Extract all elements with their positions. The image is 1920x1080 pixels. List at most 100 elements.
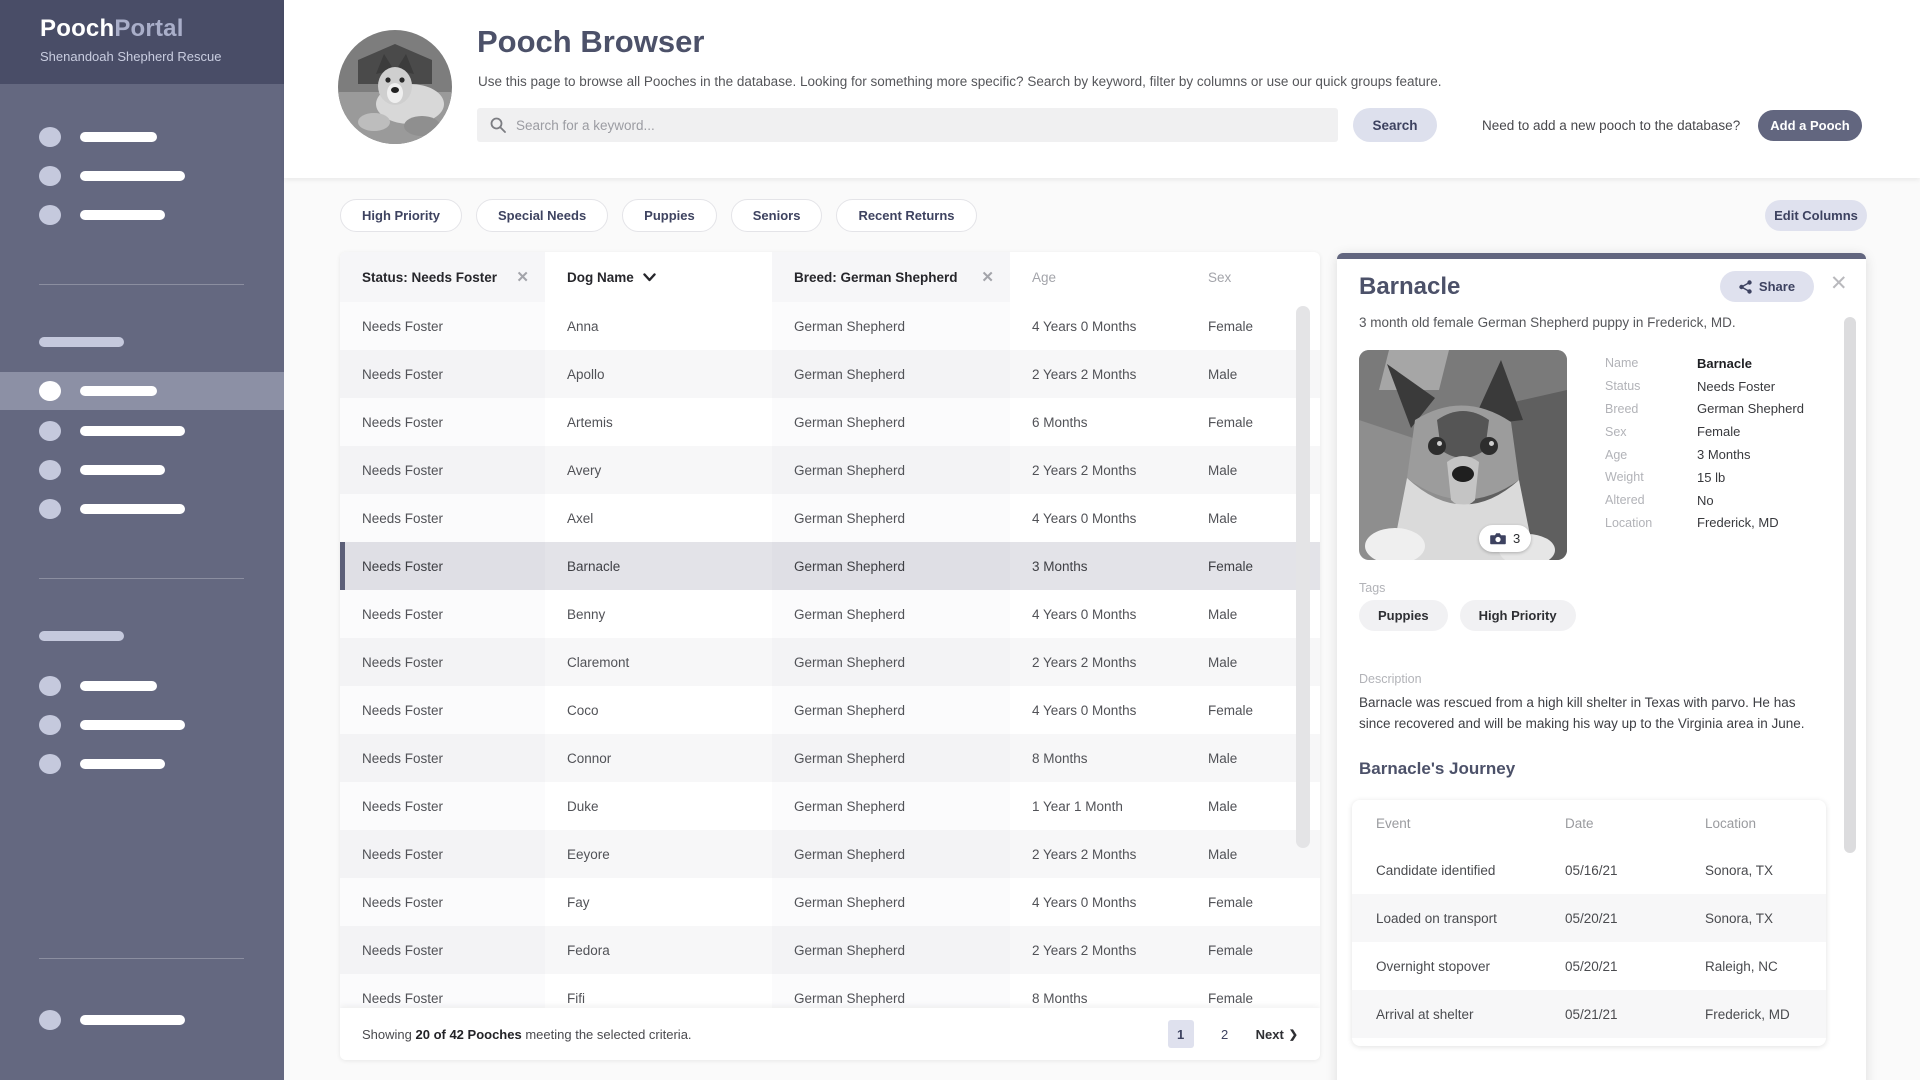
- dog-name-cell: Axel: [545, 494, 772, 542]
- search-input[interactable]: [516, 118, 1296, 133]
- tags-label: Tags: [1359, 581, 1385, 595]
- age-cell: 4 Years 0 Months: [1010, 878, 1186, 926]
- dog-name-cell: Eeyore: [545, 830, 772, 878]
- column-header-dog-name[interactable]: Dog Name: [545, 252, 772, 302]
- page-button-1[interactable]: 1: [1168, 1020, 1194, 1048]
- attribute-value: German Shepherd: [1697, 401, 1804, 416]
- sidebar-divider: [39, 578, 244, 579]
- attribute-label: Weight: [1605, 470, 1697, 484]
- nav-label-placeholder: [80, 681, 157, 691]
- tag-chip-puppies[interactable]: Puppies: [1359, 600, 1448, 631]
- edit-columns-button[interactable]: Edit Columns: [1765, 200, 1867, 231]
- nav-icon-placeholder: [39, 460, 61, 480]
- next-page-button[interactable]: Next❯: [1256, 1027, 1298, 1042]
- nav-label-placeholder: [80, 720, 185, 730]
- table-row-axel[interactable]: Needs FosterAxelGerman Shepherd4 Years 0…: [340, 494, 1320, 542]
- panel-scrollbar[interactable]: [1844, 317, 1856, 853]
- table-row-fedora[interactable]: Needs FosterFedoraGerman Shepherd2 Years…: [340, 926, 1320, 974]
- close-panel-icon[interactable]: ✕: [1830, 273, 1848, 294]
- table-row-benny[interactable]: Needs FosterBennyGerman Shepherd4 Years …: [340, 590, 1320, 638]
- share-button[interactable]: Share: [1720, 271, 1814, 302]
- detail-subtitle: 3 month old female German Shepherd puppy…: [1359, 315, 1736, 330]
- table-row-artemis[interactable]: Needs FosterArtemisGerman Shepherd6 Mont…: [340, 398, 1320, 446]
- page-button-2[interactable]: 2: [1212, 1020, 1238, 1048]
- nav-label-placeholder: [80, 210, 165, 220]
- column-header-age[interactable]: Age: [1010, 252, 1186, 302]
- nav-icon-placeholder: [39, 127, 61, 147]
- sidebar-item[interactable]: [0, 196, 284, 234]
- table-row-barnacle[interactable]: Needs FosterBarnacleGerman Shepherd3 Mon…: [340, 542, 1320, 590]
- table-row-connor[interactable]: Needs FosterConnorGerman Shepherd8 Month…: [340, 734, 1320, 782]
- add-pooch-button[interactable]: Add a Pooch: [1758, 110, 1862, 141]
- table-scrollbar[interactable]: [1296, 306, 1310, 848]
- dog-name-cell: Artemis: [545, 398, 772, 446]
- nav-label-placeholder: [80, 759, 165, 769]
- journey-row: Loaded on transport05/20/21Sonora, TX: [1352, 894, 1826, 942]
- filter-chip-recent-returns[interactable]: Recent Returns: [836, 199, 976, 232]
- attribute-row-status: StatusNeeds Foster: [1605, 375, 1855, 398]
- table-row-duke[interactable]: Needs FosterDukeGerman Shepherd1 Year 1 …: [340, 782, 1320, 830]
- share-label: Share: [1759, 279, 1795, 294]
- column-header-sex[interactable]: Sex: [1186, 252, 1320, 302]
- dog-attributes-list: NameBarnacleStatusNeeds FosterBreedGerma…: [1605, 352, 1855, 534]
- dog-name-cell: Fay: [545, 878, 772, 926]
- sidebar-item[interactable]: [0, 451, 284, 489]
- table-row-avery[interactable]: Needs FosterAveryGerman Shepherd2 Years …: [340, 446, 1320, 494]
- status-cell: Needs Foster: [340, 398, 545, 446]
- breed-cell: German Shepherd: [772, 926, 1010, 974]
- sidebar-item[interactable]: [0, 412, 284, 450]
- page-header: Pooch Browser Use this page to browse al…: [284, 0, 1920, 178]
- column-header-status-filter[interactable]: Status: Needs Foster ✕: [340, 252, 545, 302]
- age-cell: 3 Months: [1010, 542, 1186, 590]
- filter-chip-high-priority[interactable]: High Priority: [340, 199, 462, 232]
- column-header-breed-filter[interactable]: Breed: German Shepherd ✕: [772, 252, 1010, 302]
- search-bar[interactable]: [477, 108, 1338, 142]
- status-cell: Needs Foster: [340, 830, 545, 878]
- description-text: Barnacle was rescued from a high kill sh…: [1359, 693, 1821, 735]
- description-label: Description: [1359, 672, 1422, 686]
- nav-label-placeholder: [80, 171, 185, 181]
- nav-label-placeholder: [80, 1015, 185, 1025]
- filter-chip-puppies[interactable]: Puppies: [622, 199, 717, 232]
- brand-logo[interactable]: PoochPortal: [40, 15, 284, 43]
- table-row-anna[interactable]: Needs FosterAnnaGerman Shepherd4 Years 0…: [340, 302, 1320, 350]
- journey-event-cell: Overnight stopover: [1376, 959, 1565, 974]
- nav-icon-placeholder: [39, 754, 61, 774]
- sidebar-item[interactable]: [0, 490, 284, 528]
- sort-descending-icon[interactable]: [643, 273, 656, 282]
- nav-icon-placeholder: [39, 381, 61, 401]
- age-cell: 2 Years 2 Months: [1010, 350, 1186, 398]
- table-row-apollo[interactable]: Needs FosterApolloGerman Shepherd2 Years…: [340, 350, 1320, 398]
- sidebar-item[interactable]: [0, 667, 284, 705]
- table-row-eeyore[interactable]: Needs FosterEeyoreGerman Shepherd2 Years…: [340, 830, 1320, 878]
- sidebar-item[interactable]: [0, 706, 284, 744]
- photo-count-badge[interactable]: 3: [1479, 525, 1531, 552]
- tag-chip-high-priority[interactable]: High Priority: [1460, 600, 1576, 631]
- dog-name-cell: Barnacle: [545, 542, 772, 590]
- table-row-claremont[interactable]: Needs FosterClaremontGerman Shepherd2 Ye…: [340, 638, 1320, 686]
- nav-icon-placeholder: [39, 499, 61, 519]
- status-cell: Needs Foster: [340, 782, 545, 830]
- status-cell: Needs Foster: [340, 302, 545, 350]
- filter-chip-special-needs[interactable]: Special Needs: [476, 199, 608, 232]
- table-row-fay[interactable]: Needs FosterFayGerman Shepherd4 Years 0 …: [340, 878, 1320, 926]
- table-row-coco[interactable]: Needs FosterCocoGerman Shepherd4 Years 0…: [340, 686, 1320, 734]
- age-cell: 2 Years 2 Months: [1010, 830, 1186, 878]
- sidebar-item[interactable]: [0, 1001, 284, 1039]
- attribute-label: Status: [1605, 379, 1697, 393]
- remove-breed-filter-icon[interactable]: ✕: [981, 268, 994, 286]
- sidebar-item[interactable]: [0, 118, 284, 156]
- sidebar-item[interactable]: [0, 745, 284, 783]
- filter-chip-seniors[interactable]: Seniors: [731, 199, 823, 232]
- sidebar-item-active[interactable]: [0, 372, 284, 410]
- sidebar-section-label: [0, 323, 284, 361]
- search-button[interactable]: Search: [1353, 108, 1437, 142]
- remove-status-filter-icon[interactable]: ✕: [516, 268, 529, 286]
- age-cell: 6 Months: [1010, 398, 1186, 446]
- status-cell: Needs Foster: [340, 926, 545, 974]
- journey-location-cell: Sonora, TX: [1705, 911, 1826, 926]
- sidebar-item[interactable]: [0, 157, 284, 195]
- dog-photo[interactable]: [1359, 350, 1567, 560]
- attribute-label: Sex: [1605, 425, 1697, 439]
- status-cell: Needs Foster: [340, 638, 545, 686]
